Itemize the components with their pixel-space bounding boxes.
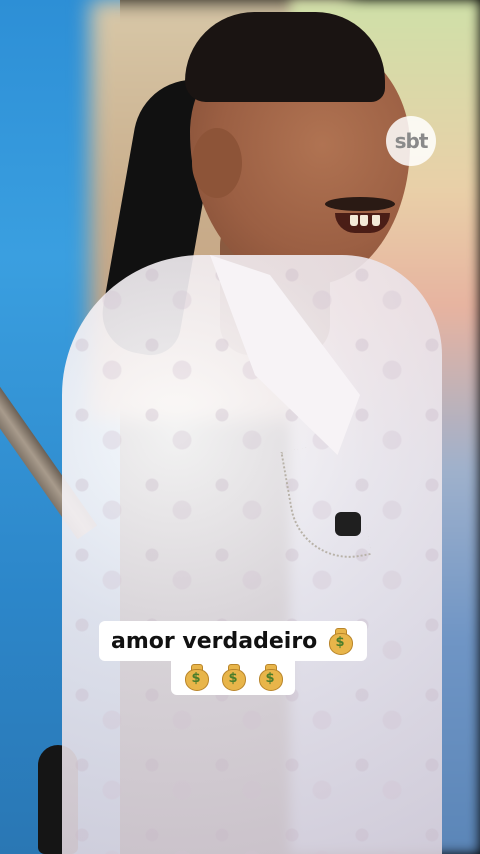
caption-overlay: amor verdadeiro $ $ $ $ — [96, 621, 370, 695]
caption-line-1: amor verdadeiro $ — [99, 621, 367, 661]
hair-top — [185, 12, 385, 102]
money-bag-icon: $ — [257, 663, 283, 691]
video-frame: sbt amor verdadeiro $ $ $ $ — [0, 0, 480, 854]
caption-line-2: $ $ $ — [171, 659, 295, 695]
tooth — [350, 215, 358, 226]
mustache — [325, 197, 395, 211]
ear — [192, 128, 242, 198]
sbt-watermark-logo: sbt — [386, 116, 436, 166]
sbt-logo-text: sbt — [394, 129, 429, 153]
money-bag-icon: $ — [220, 663, 246, 691]
money-bag-icon: $ — [183, 663, 209, 691]
money-bag-icon: $ — [327, 627, 353, 655]
tooth — [372, 215, 380, 226]
lapel-microphone — [335, 512, 361, 536]
tooth — [360, 215, 368, 226]
caption-text: amor verdadeiro — [111, 629, 318, 654]
